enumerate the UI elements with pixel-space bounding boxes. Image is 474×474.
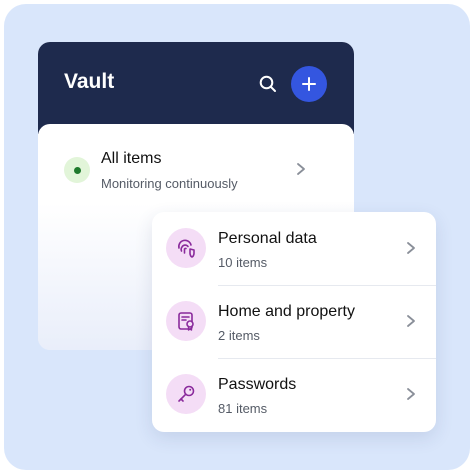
category-icon-circle	[166, 301, 206, 341]
category-row-personal-data[interactable]: Personal data 10 items	[152, 212, 436, 285]
vault-header: Vault	[38, 42, 354, 134]
category-count: 81 items	[218, 401, 268, 416]
chevron-right-icon	[297, 163, 305, 175]
category-count: 2 items	[218, 328, 260, 343]
category-label: Passwords	[218, 376, 297, 393]
fingerprint-shield-icon	[178, 239, 195, 258]
chevron-right-icon	[407, 242, 415, 254]
category-row-passwords[interactable]: Passwords 81 items	[152, 358, 436, 431]
add-button[interactable]	[291, 66, 327, 102]
chevron-right-icon	[407, 388, 415, 400]
plus-icon	[302, 77, 316, 91]
categories-card: Personal data 10 items Home and property…	[152, 212, 436, 432]
document-badge-icon	[178, 312, 194, 331]
search-icon[interactable]	[258, 74, 278, 94]
chevron-right-icon	[407, 315, 415, 327]
category-icon-circle	[166, 228, 206, 268]
category-label: Home and property	[218, 303, 355, 320]
key-icon	[178, 385, 195, 402]
vault-title: Vault	[64, 70, 115, 93]
category-label: Personal data	[218, 230, 317, 247]
category-icon-circle	[166, 374, 206, 414]
category-count: 10 items	[218, 255, 268, 270]
all-items-subtitle: Monitoring continuously	[101, 176, 238, 191]
status-dot-icon	[64, 157, 90, 183]
category-row-home-property[interactable]: Home and property 2 items	[152, 285, 436, 358]
all-items-title: All items	[101, 150, 162, 167]
